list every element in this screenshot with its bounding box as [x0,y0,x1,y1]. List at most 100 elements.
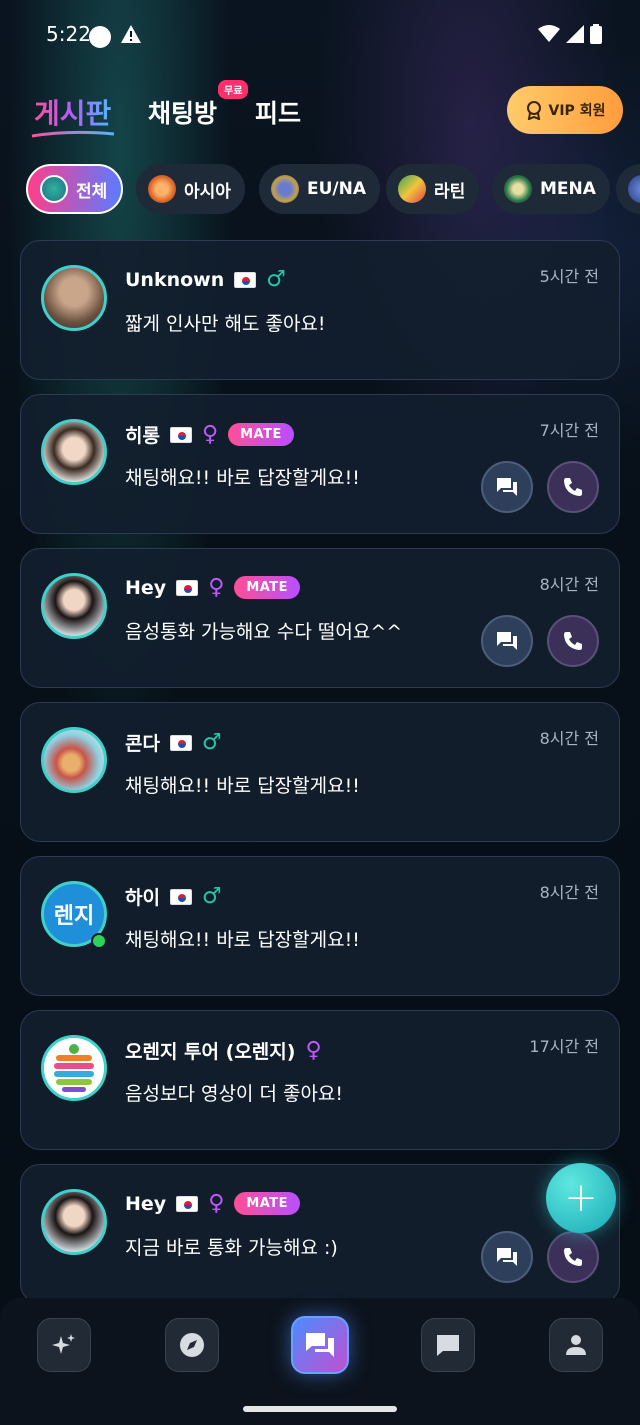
post-time: 8시간 전 [539,883,599,902]
plus-icon: + [564,1175,598,1221]
chat-bubbles-icon [306,1333,334,1357]
post-author: 오렌지 투어 (오렌지) [125,1041,296,1063]
post-author: Hey [125,1192,167,1215]
male-icon: ♂ [201,884,222,909]
globe-icon [40,175,68,203]
home-indicator[interactable] [243,1406,397,1412]
female-icon: ♀ [305,1038,322,1063]
korea-flag-icon [176,1195,199,1212]
korea-flag-icon [169,426,192,443]
post-message: 음성보다 영상이 더 좋아요! [125,1083,344,1105]
avatar[interactable] [41,1189,107,1255]
region-chip-latin[interactable]: 라틴 [386,164,480,214]
post-card[interactable]: Unknown ♂ 5시간 전 짧게 인사만 해도 좋아요! [20,240,620,380]
nav-board-button[interactable] [291,1316,349,1374]
post-header: Hey ♀ MATE [125,575,301,600]
status-bar: 5:22 [0,0,640,72]
nav-messages-button[interactable] [421,1318,475,1372]
tab-feed[interactable]: 피드 [255,94,301,130]
status-time: 5:22 [46,22,91,46]
nav-profile-button[interactable] [549,1318,603,1372]
post-card[interactable]: 렌지 하이 ♂ 8시간 전 채팅해요!! 바로 답장할게요!! [20,856,620,996]
region-filter-bar: 전체 아시아 EU/NA 라틴 MENA [0,164,640,216]
male-icon: ♂ [201,730,222,755]
medal-icon [526,101,541,120]
region-icon [628,175,640,203]
post-time: 5시간 전 [539,267,599,286]
avatar[interactable] [41,727,107,793]
chat-button[interactable] [481,615,533,667]
battery-icon [590,24,602,44]
region-chip-label: 아시아 [184,181,231,202]
notification-dot-icon [89,26,111,48]
post-card[interactable]: 히롱 ♀ MATE 7시간 전 채팅해요!! 바로 답장할게요!! [20,394,620,534]
chat-icon [497,632,517,650]
mate-badge: MATE [228,423,294,446]
mate-badge: MATE [234,1192,301,1215]
avatar[interactable] [41,1035,107,1101]
tab-chatroom[interactable]: 채팅방 [148,94,217,130]
phone-icon [564,632,582,650]
korea-flag-icon [169,734,192,751]
post-message: 지금 바로 통화 가능해요 :) [125,1237,338,1259]
korea-flag-icon [176,579,199,596]
create-post-button[interactable]: + [546,1163,616,1233]
post-message: 채팅해요!! 바로 답장할게요!! [125,929,360,951]
post-card[interactable]: Hey ♀ MATE 19 지금 바로 통화 가능해요 :) [20,1164,620,1304]
latin-icon [398,175,426,203]
post-card[interactable]: 콘다 ♂ 8시간 전 채팅해요!! 바로 답장할게요!! [20,702,620,842]
post-time: 7시간 전 [539,421,599,440]
post-header: 하이 ♂ [125,883,222,910]
vip-button[interactable]: VIP 회원 [507,86,623,134]
korea-flag-icon [169,888,192,905]
chat-button[interactable] [481,1231,533,1283]
nav-sparkle-button[interactable] [37,1318,91,1372]
avatar[interactable] [41,573,107,639]
region-chip-mena[interactable]: MENA [492,164,610,214]
region-chip-more[interactable] [616,164,640,214]
nav-explore-button[interactable] [165,1318,219,1372]
post-header: Unknown ♂ [125,267,286,292]
post-time: 8시간 전 [539,575,599,594]
wifi-icon [538,25,560,42]
post-time: 8시간 전 [539,729,599,748]
region-chip-asia[interactable]: 아시아 [136,164,245,214]
post-header: 콘다 ♂ [125,729,222,756]
orange-logo-icon [54,1044,94,1092]
call-button[interactable] [547,1231,599,1283]
female-icon: ♀ [201,422,219,447]
post-card[interactable]: Hey ♀ MATE 8시간 전 음성통화 가능해요 수다 떨어요^^ [20,548,620,688]
phone-icon [564,478,582,496]
post-author: Hey [125,576,167,599]
post-author: Unknown [125,268,225,291]
header: 게시판 채팅방 무료 피드 VIP 회원 [0,80,640,150]
message-icon [437,1335,459,1356]
eu-na-icon [271,175,299,203]
post-message: 채팅해요!! 바로 답장할게요!! [125,467,360,489]
asia-icon [148,175,176,203]
call-button[interactable] [547,615,599,667]
bottom-navigation [0,1298,640,1425]
mena-icon [504,175,532,203]
chat-icon [497,478,517,496]
korea-flag-icon [234,271,257,288]
region-chip-all[interactable]: 전체 [26,164,124,214]
region-chip-label: 전체 [76,181,108,202]
person-icon [566,1335,586,1355]
mate-badge: MATE [234,576,301,599]
region-chip-label: EU/NA [307,179,367,199]
avatar[interactable] [41,265,107,331]
region-chip-eu-na[interactable]: EU/NA [259,164,381,214]
chat-icon [497,1248,517,1266]
sparkle-icon [52,1334,75,1354]
post-header: Hey ♀ MATE [125,1191,301,1216]
tab-board[interactable]: 게시판 [34,92,111,132]
avatar[interactable] [41,419,107,485]
vip-button-label: VIP 회원 [548,103,606,119]
post-author: 콘다 [125,733,160,755]
call-button[interactable] [547,461,599,513]
online-status-dot [91,933,107,949]
female-icon: ♀ [208,1191,225,1216]
chat-button[interactable] [481,461,533,513]
post-card[interactable]: 오렌지 투어 (오렌지) ♀ 17시간 전 음성보다 영상이 더 좋아요! [20,1010,620,1150]
